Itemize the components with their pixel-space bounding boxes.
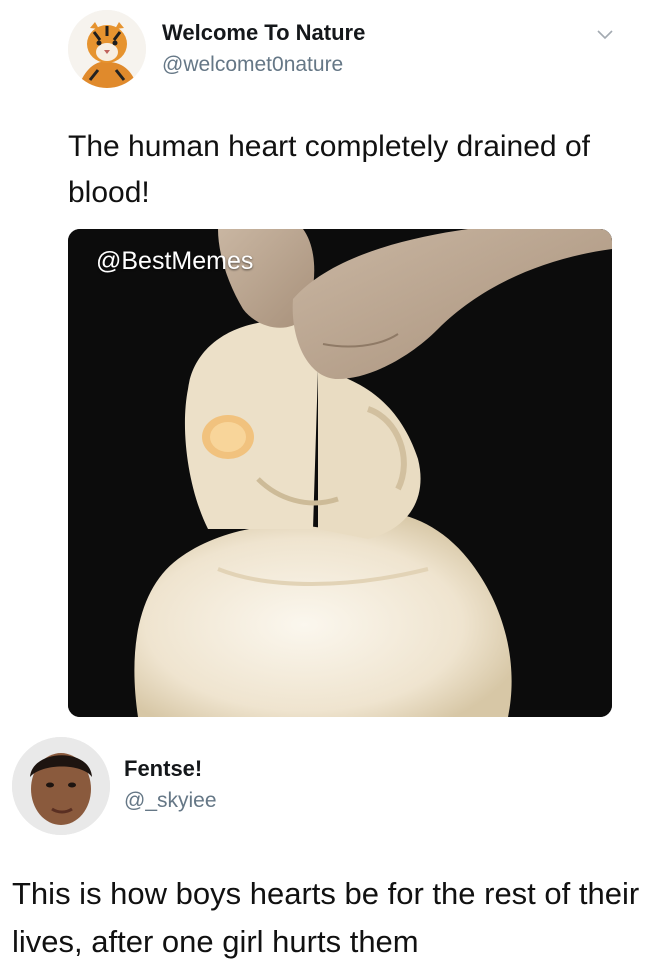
person-avatar-icon	[12, 737, 110, 835]
user-handle[interactable]: @_skyiee	[124, 789, 217, 813]
tiger-avatar-icon	[68, 10, 146, 88]
tweet-text: This is how boys hearts be for the rest …	[12, 876, 640, 959]
tweet-text: The human heart completely drained of bl…	[68, 130, 590, 209]
user-handle[interactable]: @welcomet0nature	[162, 53, 343, 77]
avatar[interactable]	[12, 737, 110, 835]
display-name[interactable]: Fentse!	[124, 756, 202, 782]
image-watermark: @BestMemes	[96, 247, 254, 275]
tweet-image[interactable]	[68, 229, 612, 717]
heart-photo	[68, 229, 612, 717]
display-name[interactable]: Welcome To Nature	[162, 20, 365, 46]
chevron-down-icon[interactable]	[596, 26, 614, 44]
avatar[interactable]	[68, 10, 146, 88]
